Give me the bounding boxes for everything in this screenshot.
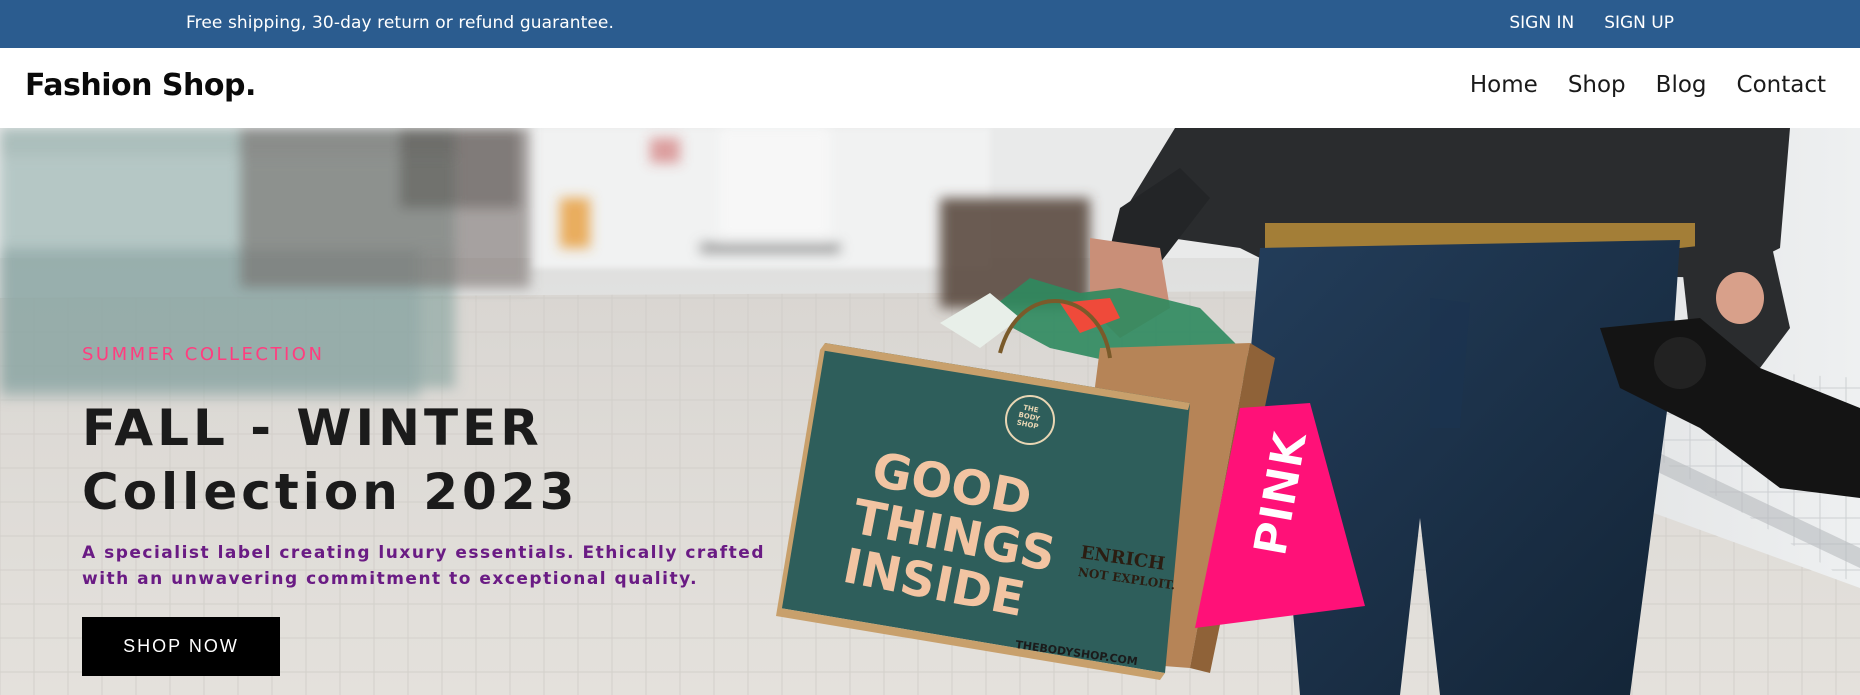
announcement-bar: Free shipping, 30-day return or refund g…: [0, 0, 1860, 48]
sign-in-link[interactable]: SIGN IN: [1509, 13, 1574, 33]
hero-description-line-2: with an unwavering commitment to excepti…: [82, 569, 699, 589]
nav-contact[interactable]: Contact: [1737, 72, 1826, 98]
site-logo[interactable]: Fashion Shop.: [25, 68, 256, 103]
nav-home[interactable]: Home: [1470, 72, 1538, 98]
hero-title: FALL - WINTER Collection 2023: [82, 396, 578, 524]
sign-up-link[interactable]: SIGN UP: [1604, 13, 1674, 33]
nav-blog[interactable]: Blog: [1656, 72, 1707, 98]
hero-description: A specialist label creating luxury essen…: [82, 540, 782, 592]
main-nav: Home Shop Blog Contact: [1470, 72, 1826, 98]
nav-shop[interactable]: Shop: [1568, 72, 1626, 98]
hero-banner: PINK THE BODY SHOP GOOD THINGS INSIDE TH…: [0, 128, 1860, 695]
main-header: Fashion Shop. Home Shop Blog Contact: [0, 48, 1860, 128]
hero-title-line-1: FALL - WINTER: [82, 399, 543, 457]
hero-title-line-2: Collection 2023: [82, 463, 579, 521]
hero-description-line-1: A specialist label creating luxury essen…: [82, 543, 765, 563]
hero-eyebrow: SUMMER COLLECTION: [82, 344, 325, 365]
shipping-notice: Free shipping, 30-day return or refund g…: [186, 13, 614, 33]
auth-links: SIGN IN SIGN UP: [1509, 13, 1674, 33]
shop-now-button[interactable]: SHOP NOW: [82, 617, 280, 676]
